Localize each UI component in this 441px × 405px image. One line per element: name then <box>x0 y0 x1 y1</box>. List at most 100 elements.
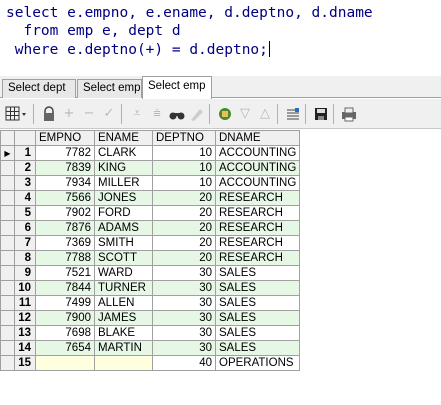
cell-deptno[interactable]: 30 <box>152 310 216 326</box>
cell-dname[interactable]: SALES <box>214 280 301 296</box>
row-indicator[interactable] <box>0 220 15 236</box>
cell-dname[interactable]: ACCOUNTING <box>214 160 301 176</box>
cell-ename[interactable]: TURNER <box>94 280 153 296</box>
cell-dname[interactable]: ACCOUNTING <box>214 175 301 191</box>
filter-down-all-icon[interactable]: ⩧ <box>148 105 166 123</box>
export-icon[interactable] <box>284 105 302 123</box>
table-row[interactable]: 8 7788 SCOTT 20 RESEARCH <box>0 250 301 266</box>
cell-deptno[interactable]: 30 <box>152 280 216 296</box>
row-indicator[interactable] <box>0 340 15 356</box>
cell-empno[interactable]: 7900 <box>35 310 95 326</box>
row-indicator[interactable] <box>0 265 15 281</box>
cell-deptno[interactable]: 30 <box>152 295 216 311</box>
print-icon[interactable] <box>340 105 358 123</box>
table-row[interactable]: 10 7844 TURNER 30 SALES <box>0 280 301 296</box>
table-row[interactable]: 9 7521 WARD 30 SALES <box>0 265 301 281</box>
row-indicator[interactable] <box>0 235 15 251</box>
save-icon[interactable] <box>312 105 330 123</box>
column-header-dname[interactable]: DNAME <box>214 130 301 146</box>
cell-dname[interactable]: RESEARCH <box>214 250 301 266</box>
table-row[interactable]: 13 7698 BLAKE 30 SALES <box>0 325 301 341</box>
row-indicator[interactable] <box>0 205 15 221</box>
sort-asc-icon[interactable]: △ <box>256 105 274 123</box>
cell-empno[interactable]: 7698 <box>35 325 95 341</box>
cell-deptno[interactable]: 20 <box>152 250 216 266</box>
tab-select-emp[interactable]: Select emp <box>77 79 142 98</box>
cell-ename[interactable]: SCOTT <box>94 250 153 266</box>
cell-ename[interactable]: KING <box>94 160 153 176</box>
cell-deptno[interactable]: 30 <box>152 265 216 281</box>
row-indicator[interactable] <box>0 160 15 176</box>
cell-ename[interactable]: WARD <box>94 265 153 281</box>
row-indicator[interactable] <box>0 325 15 341</box>
cell-ename[interactable]: MILLER <box>94 175 153 191</box>
table-row[interactable]: 12 7900 JAMES 30 SALES <box>0 310 301 326</box>
cell-ename[interactable] <box>94 355 153 371</box>
table-row[interactable]: 14 7654 MARTIN 30 SALES <box>0 340 301 356</box>
cell-ename[interactable]: ALLEN <box>94 295 153 311</box>
cell-dname[interactable]: SALES <box>214 295 301 311</box>
cell-empno[interactable]: 7654 <box>35 340 95 356</box>
query-by-example-icon[interactable] <box>216 105 234 123</box>
clear-icon[interactable] <box>188 105 206 123</box>
table-row[interactable]: 3 7934 MILLER 10 ACCOUNTING <box>0 175 301 191</box>
row-indicator[interactable] <box>0 250 15 266</box>
cell-deptno[interactable]: 10 <box>152 175 216 191</box>
cell-empno[interactable]: 7782 <box>35 145 95 161</box>
cell-deptno[interactable]: 40 <box>152 355 216 371</box>
cell-empno[interactable]: 7788 <box>35 250 95 266</box>
cell-empno[interactable]: 7876 <box>35 220 95 236</box>
cell-dname[interactable]: RESEARCH <box>214 190 301 206</box>
cell-deptno[interactable]: 20 <box>152 235 216 251</box>
cell-dname[interactable]: RESEARCH <box>214 235 301 251</box>
cell-empno[interactable]: 7934 <box>35 175 95 191</box>
cell-dname[interactable]: SALES <box>214 310 301 326</box>
column-header-deptno[interactable]: DEPTNO <box>152 130 216 146</box>
cell-ename[interactable]: JONES <box>94 190 153 206</box>
cell-ename[interactable]: FORD <box>94 205 153 221</box>
table-row[interactable]: 11 7499 ALLEN 30 SALES <box>0 295 301 311</box>
cell-deptno[interactable]: 10 <box>152 145 216 161</box>
row-indicator[interactable] <box>0 280 15 296</box>
table-row[interactable]: 6 7876 ADAMS 20 RESEARCH <box>0 220 301 236</box>
cell-empno[interactable]: 7369 <box>35 235 95 251</box>
row-indicator[interactable] <box>0 310 15 326</box>
tab-select-emp-active[interactable]: Select emp <box>142 76 212 99</box>
sql-editor[interactable]: select e.empno, e.ename, d.deptno, d.dna… <box>0 0 441 74</box>
cell-empno[interactable]: 7844 <box>35 280 95 296</box>
row-indicator[interactable] <box>0 295 15 311</box>
table-row[interactable]: 4 7566 JONES 20 RESEARCH <box>0 190 301 206</box>
cell-deptno[interactable]: 20 <box>152 220 216 236</box>
table-row[interactable]: 2 7839 KING 10 ACCOUNTING <box>0 160 301 176</box>
row-indicator[interactable] <box>0 175 15 191</box>
cell-empno[interactable]: 7521 <box>35 265 95 281</box>
cell-dname[interactable]: SALES <box>214 340 301 356</box>
cell-empno[interactable]: 7499 <box>35 295 95 311</box>
table-row[interactable]: 5 7902 FORD 20 RESEARCH <box>0 205 301 221</box>
cell-empno[interactable]: 7839 <box>35 160 95 176</box>
table-row[interactable]: ▶ 1 7782 CLARK 10 ACCOUNTING <box>0 145 301 161</box>
cell-deptno[interactable]: 20 <box>152 205 216 221</box>
find-icon[interactable] <box>168 105 186 123</box>
cell-empno[interactable]: 7902 <box>35 205 95 221</box>
table-row[interactable]: 15 40 OPERATIONS <box>0 355 301 371</box>
column-header-empno[interactable]: EMPNO <box>35 130 95 146</box>
row-indicator[interactable] <box>0 355 15 371</box>
cell-ename[interactable]: SMITH <box>94 235 153 251</box>
cell-ename[interactable]: MARTIN <box>94 340 153 356</box>
cell-dname[interactable]: SALES <box>214 265 301 281</box>
cell-empno[interactable]: 7566 <box>35 190 95 206</box>
cell-ename[interactable]: BLAKE <box>94 325 153 341</box>
cell-ename[interactable]: ADAMS <box>94 220 153 236</box>
row-indicator[interactable]: ▶ <box>0 145 15 161</box>
cell-dname[interactable]: OPERATIONS <box>214 355 301 371</box>
cell-deptno[interactable]: 30 <box>152 340 216 356</box>
cell-dname[interactable]: RESEARCH <box>214 220 301 236</box>
cell-deptno[interactable]: 20 <box>152 190 216 206</box>
cell-dname[interactable]: RESEARCH <box>214 205 301 221</box>
row-indicator[interactable] <box>0 190 15 206</box>
cell-dname[interactable]: SALES <box>214 325 301 341</box>
add-record-icon[interactable]: + <box>60 105 78 123</box>
post-edit-icon[interactable]: ✓ <box>100 105 118 123</box>
lock-icon[interactable] <box>40 105 58 123</box>
